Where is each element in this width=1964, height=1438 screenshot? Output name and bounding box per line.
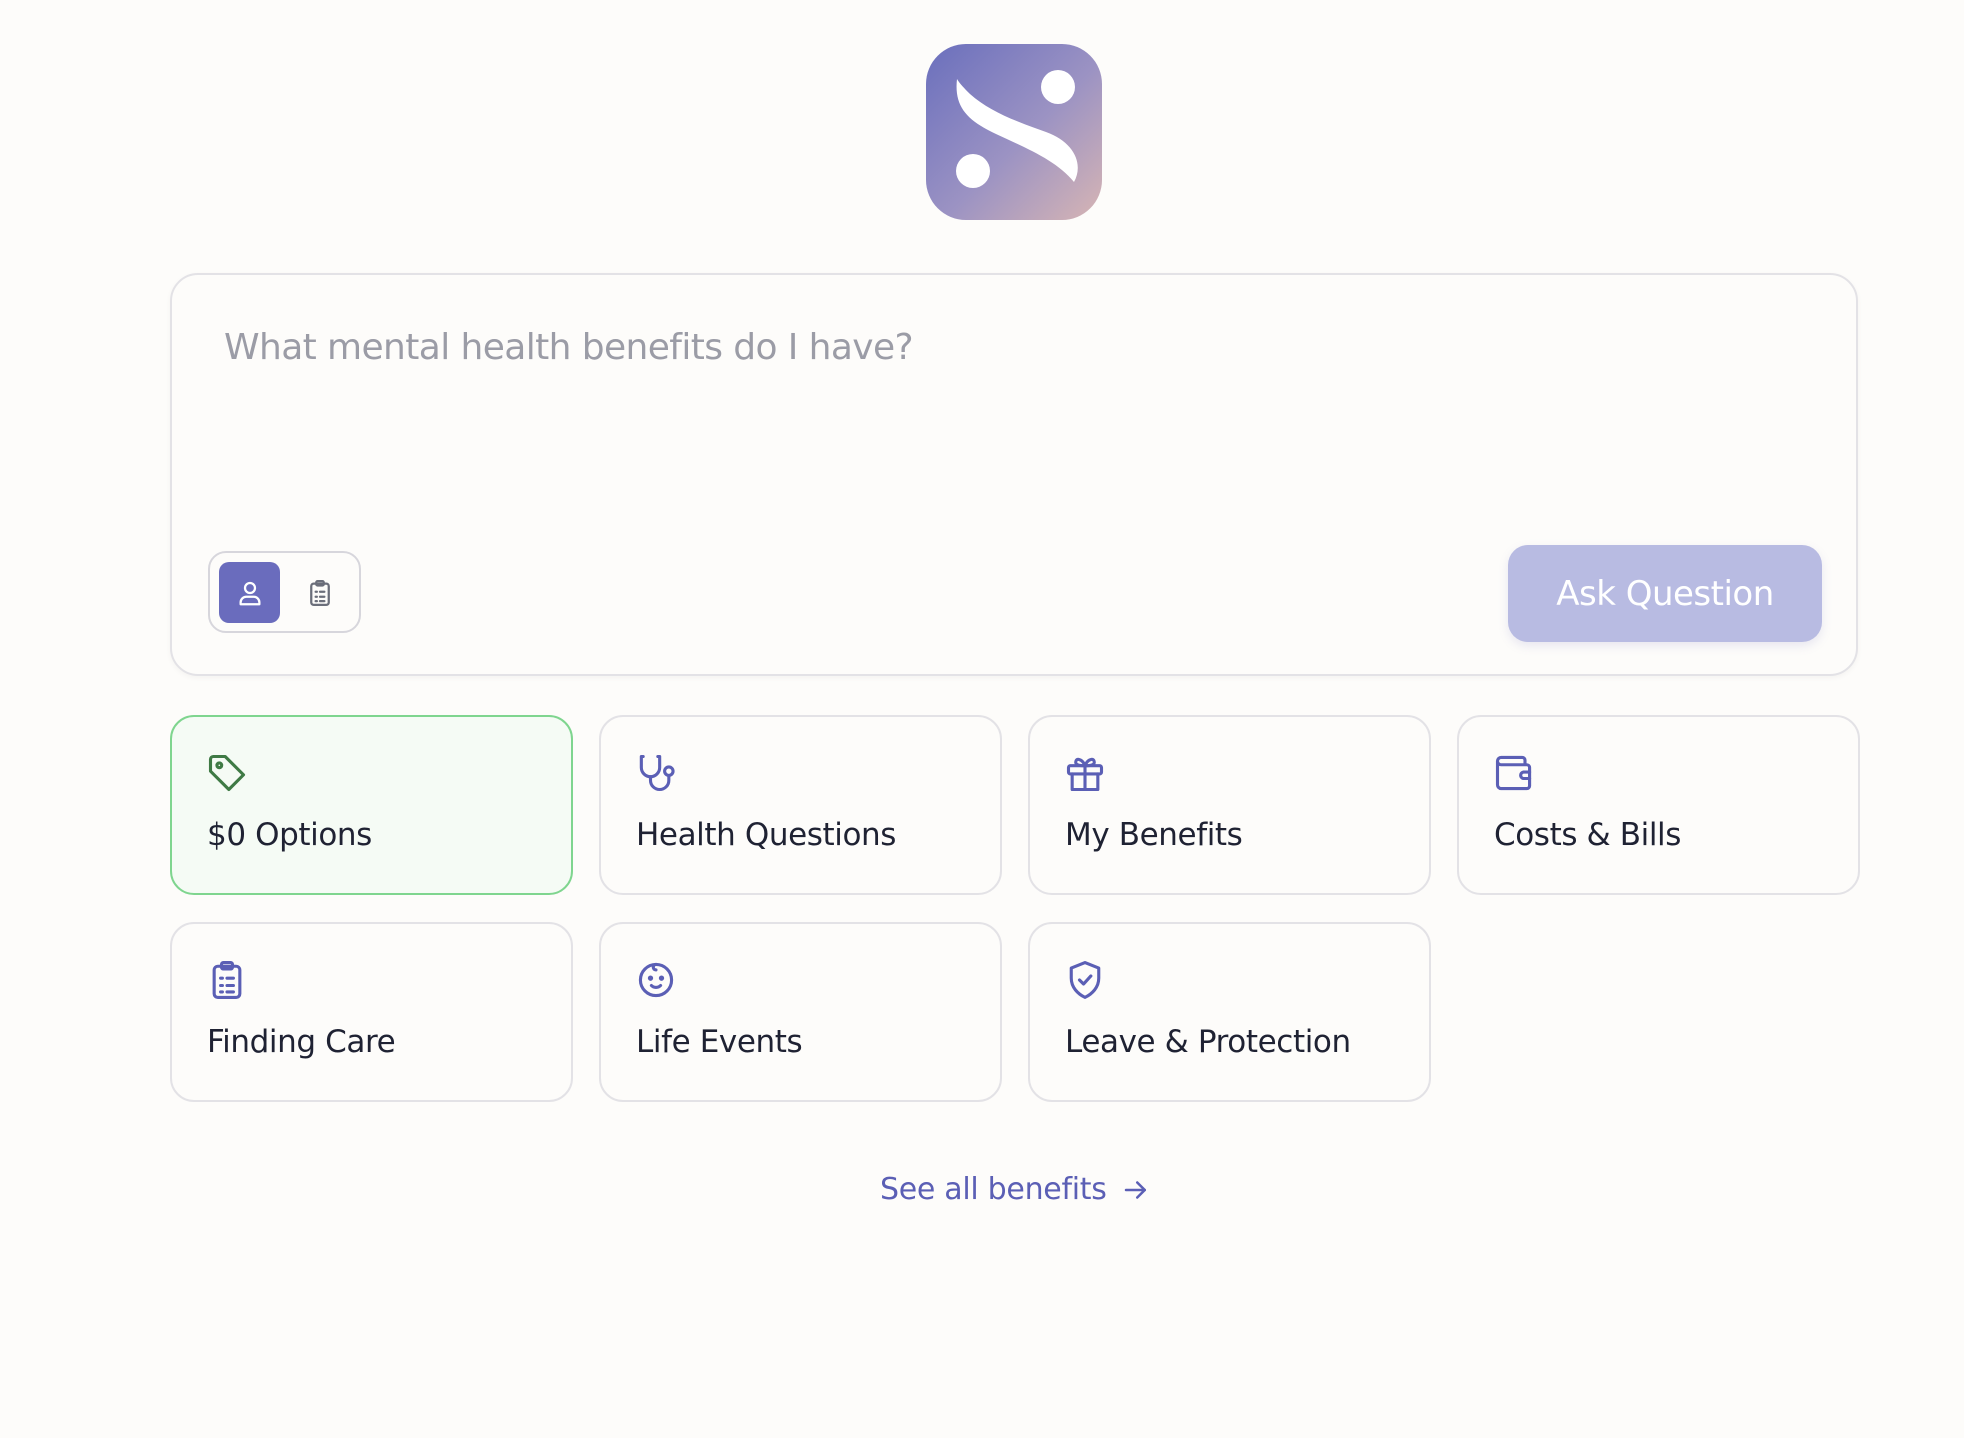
clipboard-list-icon xyxy=(309,579,330,606)
person-mode-button[interactable] xyxy=(219,562,280,623)
shield-check-icon xyxy=(1069,961,1101,999)
category-tile-costs-bills[interactable]: Costs & Bills xyxy=(1457,715,1860,895)
category-label: $0 Options xyxy=(207,817,372,853)
clipboard-mode-button[interactable] xyxy=(289,562,350,623)
brand-logo xyxy=(926,44,1102,220)
category-tile-leave-protection[interactable]: Leave & Protection xyxy=(1028,922,1431,1102)
category-label: Finding Care xyxy=(207,1024,396,1060)
category-tile-life-events[interactable]: Life Events xyxy=(599,922,1002,1102)
ask-card: Ask Question xyxy=(170,273,1858,676)
category-label: My Benefits xyxy=(1065,817,1243,853)
category-label: Life Events xyxy=(636,1024,803,1060)
wallet-icon xyxy=(1495,755,1532,791)
category-label: Leave & Protection xyxy=(1065,1024,1351,1060)
ask-question-button[interactable]: Ask Question xyxy=(1508,545,1822,642)
category-label: Costs & Bills xyxy=(1494,817,1682,853)
mode-toggle xyxy=(208,551,361,633)
brand-s-logo-icon xyxy=(956,70,1078,188)
stethoscope-icon xyxy=(639,754,675,792)
category-label: Health Questions xyxy=(636,817,897,853)
person-icon xyxy=(239,581,260,605)
baby-icon xyxy=(638,962,674,998)
question-input[interactable] xyxy=(224,327,1804,547)
tag-icon xyxy=(208,754,246,792)
gift-icon xyxy=(1066,757,1104,792)
see-all-benefits-link[interactable]: See all benefits xyxy=(880,1172,1151,1207)
see-all-label: See all benefits xyxy=(880,1172,1107,1207)
arrow-right-icon xyxy=(1124,1180,1146,1199)
category-tile-finding-care[interactable]: Finding Care xyxy=(170,922,573,1102)
category-tile-my-benefits[interactable]: My Benefits xyxy=(1028,715,1431,895)
category-tile-zero-options[interactable]: $0 Options xyxy=(170,715,573,895)
clipboard-list-icon xyxy=(212,961,242,999)
category-tile-health-questions[interactable]: Health Questions xyxy=(599,715,1002,895)
